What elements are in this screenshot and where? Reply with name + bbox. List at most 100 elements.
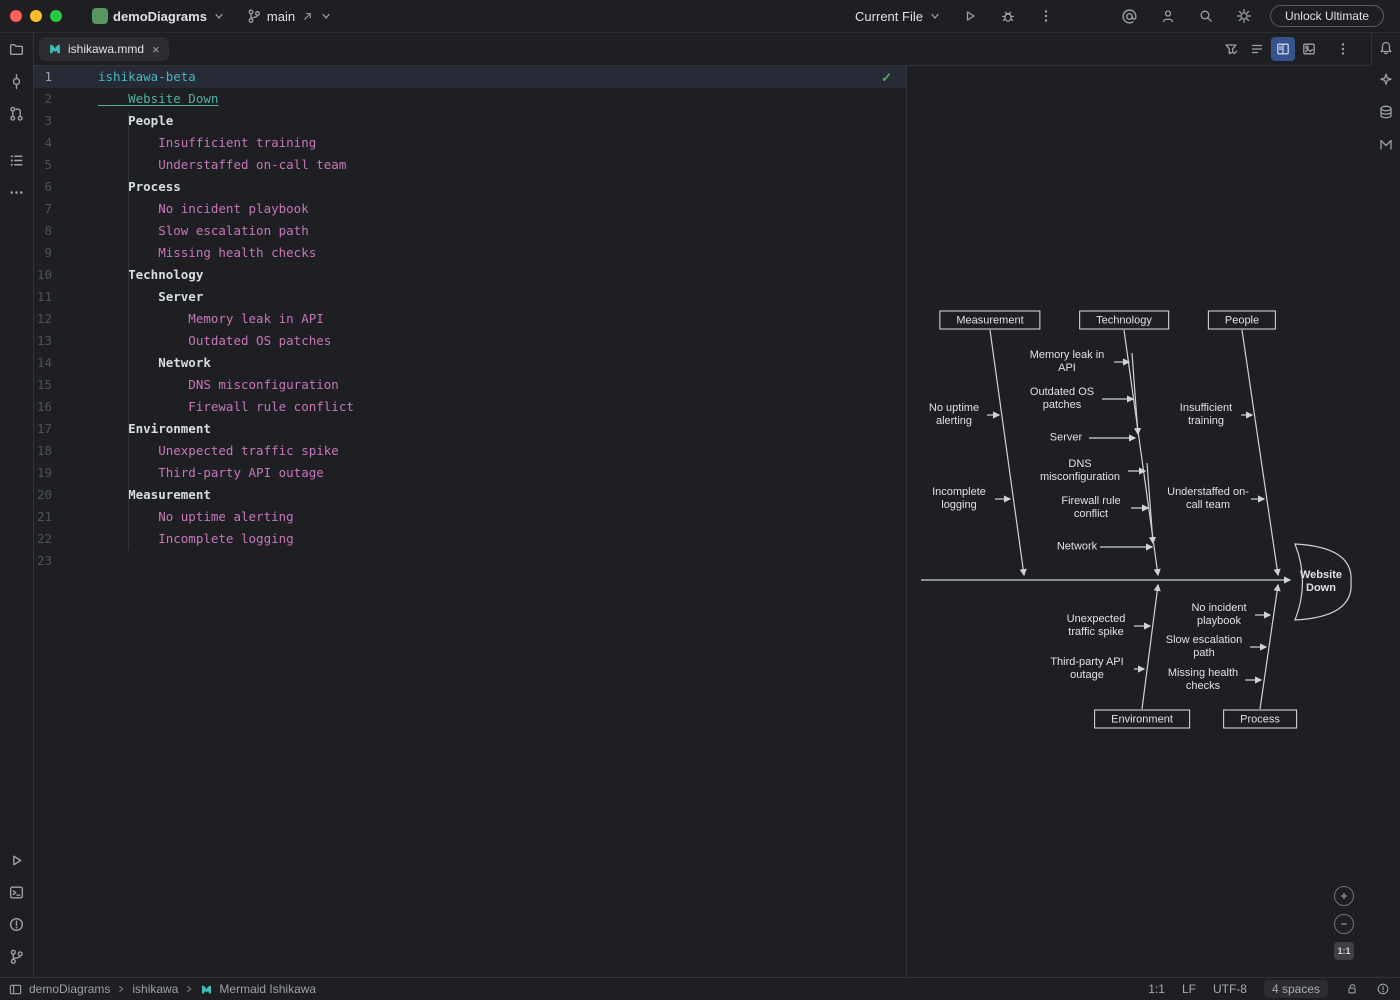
tab-ishikawa-mmd[interactable]: ishikawa.mmd × (39, 37, 169, 61)
line-number: 7 (34, 198, 91, 220)
commit-tool-icon[interactable] (3, 67, 31, 95)
git-branch-icon (246, 8, 262, 24)
code-line[interactable]: 4 Insufficient training (34, 132, 906, 154)
project-tool-icon[interactable] (3, 35, 31, 63)
left-stripe-bottom-group (3, 846, 31, 977)
toggle-panels-icon[interactable] (8, 982, 23, 997)
code-line[interactable]: 5 Understaffed on-call team (34, 154, 906, 176)
readonly-lock-icon[interactable] (1345, 982, 1359, 996)
code-line[interactable]: 18 Unexpected traffic spike (34, 440, 906, 462)
indent-config-widget[interactable]: 4 spaces (1264, 980, 1328, 998)
zoom-out-button[interactable] (1334, 914, 1354, 934)
filter-check-icon[interactable] (1219, 37, 1243, 61)
code-line[interactable]: 1ishikawa-beta (34, 66, 906, 88)
pull-requests-tool-icon[interactable] (3, 99, 31, 127)
line-number: 13 (34, 330, 91, 352)
code-review-mentions-icon[interactable] (1118, 4, 1142, 28)
titlebar: demoDiagrams main Current File (0, 0, 1400, 33)
code-line[interactable]: 2 Website Down (34, 88, 906, 110)
editor-tab-bar: ishikawa.mmd × (34, 33, 1371, 66)
database-tool-icon[interactable] (1372, 98, 1400, 126)
code-line[interactable]: 12 Memory leak in API (34, 308, 906, 330)
split-content: 1ishikawa-beta 2 Website Down 3 People 4… (34, 66, 1371, 977)
code-line[interactable]: 21 No uptime alerting (34, 506, 906, 528)
event-alert-icon[interactable] (1376, 982, 1390, 996)
line-number: 11 (34, 286, 91, 308)
minimize-window-button[interactable] (30, 10, 42, 22)
cursor-position-widget[interactable]: 1:1 (1148, 982, 1165, 996)
file-encoding-widget[interactable]: UTF-8 (1213, 982, 1247, 996)
run-tool-icon[interactable] (3, 846, 31, 874)
vcs-widget[interactable]: main (240, 5, 339, 27)
code-line[interactable]: 22 Incomplete logging (34, 528, 906, 550)
code-line[interactable]: 10 Technology (34, 264, 906, 286)
cause-label: No incident playbook (1184, 602, 1254, 628)
debug-button[interactable] (996, 4, 1020, 28)
more-tool-windows-icon[interactable] (3, 178, 31, 206)
breadcrumb-file[interactable]: ishikawa (132, 982, 178, 996)
run-configuration-selector[interactable]: Current File (853, 6, 944, 27)
code-text: Process (91, 176, 181, 198)
mermaid-tool-icon[interactable] (1372, 130, 1400, 158)
code-line[interactable]: 23 (34, 550, 906, 572)
project-widget[interactable]: demoDiagrams (86, 5, 232, 27)
code-line[interactable]: 8 Slow escalation path (34, 220, 906, 242)
code-with-me-user-icon[interactable] (1156, 4, 1180, 28)
close-window-button[interactable] (10, 10, 22, 22)
code-editor[interactable]: 1ishikawa-beta 2 Website Down 3 People 4… (34, 66, 906, 977)
line-separator-widget[interactable]: LF (1182, 982, 1196, 996)
line-number: 6 (34, 176, 91, 198)
code-text: Memory leak in API (91, 308, 324, 330)
code-line[interactable]: 15 DNS misconfiguration (34, 374, 906, 396)
cause-label: No uptime alerting (922, 402, 986, 428)
editor-only-view-icon[interactable] (1245, 37, 1269, 61)
run-button[interactable] (958, 4, 982, 28)
code-text: Missing health checks (91, 242, 316, 264)
code-text: Technology (91, 264, 203, 286)
editor-options-kebab-icon[interactable] (1331, 37, 1355, 61)
structure-tool-icon[interactable] (3, 146, 31, 174)
run-configuration-label: Current File (855, 9, 923, 24)
code-line[interactable]: 6 Process (34, 176, 906, 198)
line-number: 18 (34, 440, 91, 462)
code-line[interactable]: 13 Outdated OS patches (34, 330, 906, 352)
editor-preview-split-icon[interactable] (1271, 37, 1295, 61)
right-toolwindow-stripe (1371, 33, 1400, 977)
code-line[interactable]: 9 Missing health checks (34, 242, 906, 264)
fishbone-diagram-lines (907, 66, 1373, 977)
search-everywhere-icon[interactable] (1194, 4, 1218, 28)
code-line[interactable]: 16 Firewall rule conflict (34, 396, 906, 418)
notifications-bell-icon[interactable] (1372, 34, 1400, 62)
tab-close-icon[interactable]: × (152, 43, 160, 56)
mermaid-preview-pane[interactable]: Measurement Technology People Environmen… (906, 66, 1373, 977)
terminal-tool-icon[interactable] (3, 878, 31, 906)
breadcrumb-element[interactable]: Mermaid Ishikawa (219, 982, 316, 996)
code-line[interactable]: 19 Third-party API outage (34, 462, 906, 484)
unlock-ultimate-button[interactable]: Unlock Ultimate (1270, 5, 1384, 27)
zoom-in-button[interactable] (1334, 886, 1354, 906)
zoom-reset-button[interactable]: 1:1 (1334, 942, 1354, 960)
code-line[interactable]: 7 No incident playbook (34, 198, 906, 220)
problems-tool-icon[interactable] (3, 910, 31, 938)
fullscreen-window-button[interactable] (50, 10, 62, 22)
code-line[interactable]: 20 Measurement (34, 484, 906, 506)
breadcrumb-project[interactable]: demoDiagrams (29, 982, 110, 996)
subcategory-label: Network (1057, 541, 1097, 554)
settings-gear-icon[interactable] (1232, 4, 1256, 28)
preview-only-view-icon[interactable] (1297, 37, 1321, 61)
code-line[interactable]: 11 Server (34, 286, 906, 308)
code-line[interactable]: 17 Environment (34, 418, 906, 440)
line-number: 23 (34, 550, 91, 572)
version-control-tool-icon[interactable] (3, 942, 31, 970)
line-number: 21 (34, 506, 91, 528)
inspection-ok-checkmark[interactable]: ✓ (881, 70, 892, 86)
cause-label: Insufficient training (1172, 402, 1240, 428)
line-number: 8 (34, 220, 91, 242)
cause-label: DNS misconfiguration (1033, 458, 1127, 484)
more-run-actions-kebab-icon[interactable] (1034, 4, 1058, 28)
line-number: 3 (34, 110, 91, 132)
category-box-process: Process (1223, 710, 1297, 729)
code-line[interactable]: 3 People (34, 110, 906, 132)
ai-assistant-icon[interactable] (1372, 66, 1400, 94)
code-line[interactable]: 14 Network (34, 352, 906, 374)
